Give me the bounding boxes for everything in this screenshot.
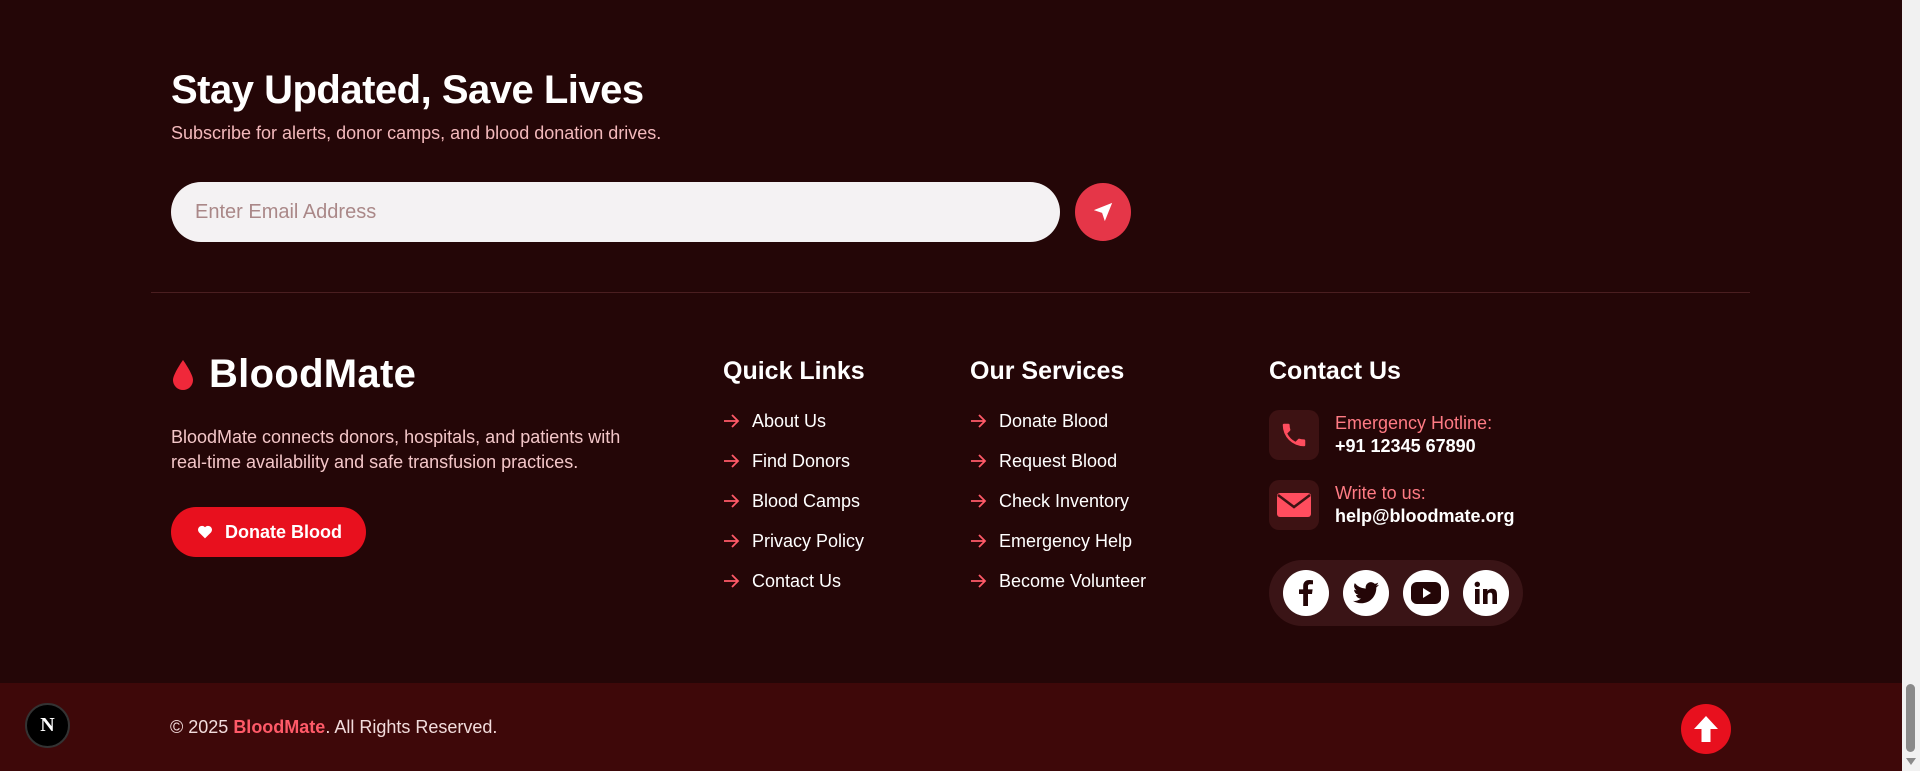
- social-links: [1269, 560, 1523, 626]
- service-emergency-help[interactable]: Emergency Help: [970, 521, 1146, 561]
- hotline-text: Emergency Hotline: +91 12345 67890: [1335, 412, 1492, 458]
- services-list: Donate Blood Request Blood Check Invento…: [970, 401, 1146, 601]
- service-label: Emergency Help: [999, 530, 1133, 551]
- subscribe-form: [171, 182, 1131, 242]
- service-label: Become Volunteer: [999, 570, 1147, 591]
- email-input[interactable]: [171, 182, 1060, 242]
- blood-drop-icon: [173, 359, 193, 390]
- bottom-bar: N © 2025 BloodMate. All Rights Reserved.: [0, 683, 1902, 771]
- contact-hotline[interactable]: Emergency Hotline: +91 12345 67890: [1269, 410, 1523, 460]
- arrow-right-icon: [971, 454, 987, 468]
- service-request-blood[interactable]: Request Blood: [970, 441, 1146, 481]
- quick-link-label: Contact Us: [752, 570, 842, 591]
- service-check-inventory[interactable]: Check Inventory: [970, 481, 1146, 521]
- send-icon: [1093, 202, 1113, 222]
- service-donate-blood[interactable]: Donate Blood: [970, 401, 1146, 441]
- brand-section: BloodMate BloodMate connects donors, hos…: [171, 352, 671, 557]
- back-to-top-button[interactable]: [1681, 704, 1731, 754]
- email-value: help@bloodmate.org: [1335, 506, 1515, 526]
- phone-icon: [1269, 410, 1319, 460]
- services-title: Our Services: [970, 357, 1125, 385]
- facebook-icon[interactable]: [1283, 570, 1329, 616]
- heart-icon: [198, 525, 212, 539]
- donate-blood-label: Donate Blood: [225, 521, 342, 542]
- contact-column: Contact Us Emergency Hotline: +91 12345 …: [1269, 356, 1523, 626]
- quick-links-list: About Us Find Donors Blood Camps Privacy…: [723, 401, 865, 601]
- service-label: Check Inventory: [999, 490, 1130, 511]
- subscribe-button[interactable]: [1075, 183, 1131, 241]
- contact-email[interactable]: Write to us: help@bloodmate.org: [1269, 480, 1523, 530]
- quick-link-label: Blood Camps: [752, 490, 861, 511]
- quick-link-label: Find Donors: [752, 450, 851, 471]
- arrow-right-icon: [971, 414, 987, 428]
- brand-description: BloodMate connects donors, hospitals, an…: [171, 427, 621, 472]
- quick-link-blood-camps[interactable]: Blood Camps: [723, 481, 865, 521]
- arrow-right-icon: [724, 414, 740, 428]
- quick-links-column: Quick Links About Us Find Donors Blood C…: [723, 356, 865, 601]
- donate-blood-button[interactable]: Donate Blood: [171, 507, 366, 557]
- quick-link-label: About Us: [752, 410, 827, 431]
- copyright-brand: BloodMate: [233, 717, 326, 737]
- arrow-right-icon: [971, 534, 987, 548]
- service-label: Request Blood: [999, 450, 1118, 471]
- linkedin-icon[interactable]: [1463, 570, 1509, 616]
- arrow-right-icon: [724, 454, 740, 468]
- divider: [151, 292, 1750, 293]
- copyright: © 2025 BloodMate. All Rights Reserved.: [170, 717, 497, 738]
- hotline-label: Emergency Hotline:: [1335, 413, 1493, 433]
- scroll-down-arrow[interactable]: [1906, 758, 1916, 765]
- service-become-volunteer[interactable]: Become Volunteer: [970, 561, 1146, 601]
- newsletter-subtitle: Subscribe for alerts, donor camps, and b…: [171, 123, 662, 143]
- quick-link-about-us[interactable]: About Us: [723, 401, 865, 441]
- services-column: Our Services Donate Blood Request Blood …: [970, 356, 1146, 601]
- service-label: Donate Blood: [999, 410, 1109, 431]
- arrow-right-icon: [971, 574, 987, 588]
- hotline-value: +91 12345 67890: [1335, 436, 1476, 456]
- scrollbar-thumb[interactable]: [1906, 684, 1915, 752]
- envelope-icon: [1269, 480, 1319, 530]
- youtube-icon[interactable]: [1403, 570, 1449, 616]
- email-text: Write to us: help@bloodmate.org: [1335, 482, 1515, 528]
- quick-links-title: Quick Links: [723, 357, 865, 385]
- quick-link-contact-us[interactable]: Contact Us: [723, 561, 865, 601]
- arrow-right-icon: [724, 574, 740, 588]
- twitter-icon[interactable]: [1343, 570, 1389, 616]
- nextjs-dev-badge[interactable]: N: [25, 703, 70, 748]
- contact-title: Contact Us: [1269, 357, 1401, 385]
- arrow-right-icon: [724, 494, 740, 508]
- copyright-suffix: . All Rights Reserved.: [325, 717, 498, 737]
- newsletter-title: Stay Updated, Save Lives: [171, 68, 644, 112]
- quick-link-find-donors[interactable]: Find Donors: [723, 441, 865, 481]
- arrow-right-icon: [971, 494, 987, 508]
- scrollbar[interactable]: [1902, 0, 1920, 771]
- newsletter-section: Stay Updated, Save Lives Subscribe for a…: [171, 66, 1131, 144]
- quick-link-privacy-policy[interactable]: Privacy Policy: [723, 521, 865, 561]
- arrow-right-icon: [724, 534, 740, 548]
- quick-link-label: Privacy Policy: [752, 530, 865, 551]
- brand-name: BloodMate: [209, 352, 417, 396]
- brand-logo: BloodMate: [171, 352, 671, 397]
- copyright-prefix: © 2025: [170, 717, 234, 737]
- email-label: Write to us:: [1335, 483, 1426, 503]
- arrow-up-icon: [1694, 716, 1718, 742]
